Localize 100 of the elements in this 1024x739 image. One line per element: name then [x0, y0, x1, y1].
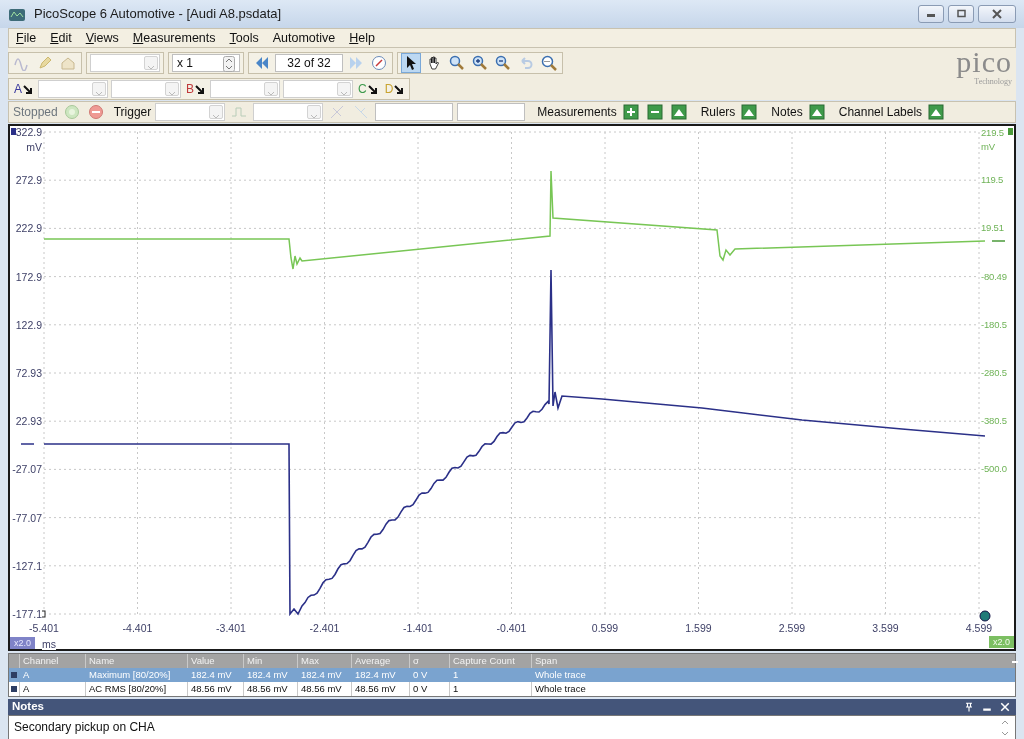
window-title: PicoScope 6 Automotive - [Audi A8.psdata]	[34, 5, 282, 24]
menu-item[interactable]: Views	[78, 27, 126, 49]
axis-label: 22.93	[15, 415, 42, 428]
axis-label: 272.9	[15, 174, 42, 187]
caret-icon	[92, 82, 106, 96]
input-button[interactable]: B	[184, 80, 208, 98]
show-icon[interactable]	[668, 102, 689, 122]
axis-label: -280.5	[981, 367, 1007, 379]
table-cell: 0 V	[409, 682, 449, 696]
axis-label: -3.401	[216, 622, 246, 634]
compass-icon[interactable]	[369, 53, 389, 73]
axis-label: 72.93	[15, 367, 42, 379]
table-cell-text: A	[22, 668, 31, 682]
caret-icon	[165, 82, 179, 96]
axis-label: 4.599	[965, 622, 993, 634]
show-icon[interactable]	[926, 102, 947, 122]
input-field[interactable]	[457, 103, 526, 121]
panel-label: Channel Labels	[838, 104, 923, 121]
close-button[interactable]	[978, 5, 1016, 23]
axis-label: -27.07	[12, 463, 42, 476]
axis-label: 219.5	[981, 127, 1004, 139]
unit-label: mV	[26, 141, 42, 153]
channel-marker	[1008, 128, 1013, 135]
table-cell: 48.56 mV	[187, 682, 243, 696]
axis-label: 2.599	[778, 622, 806, 634]
menu-item[interactable]: Edit	[43, 27, 79, 49]
panel-label: Rulers	[700, 104, 736, 121]
scrollbar[interactable]	[1000, 718, 1010, 738]
maximize-icon	[955, 9, 967, 19]
panel-label: Measurements	[537, 104, 617, 121]
table-cell-text: Maximum [80/20%]	[88, 668, 172, 682]
axis-label: 1.599	[685, 622, 712, 634]
logo-tagline: Technology	[974, 77, 1012, 88]
axis-label: -2.401	[309, 622, 340, 634]
menu-item[interactable]: Automotive	[265, 27, 343, 49]
close-icon[interactable]	[998, 700, 1012, 714]
input-field[interactable]	[375, 103, 454, 121]
table-cell-text: 182.4 mV	[300, 668, 343, 682]
spin-arrows-icon	[223, 54, 235, 72]
buffer-field[interactable]: 32 of 32	[275, 54, 343, 72]
zoom-value: x 1	[177, 55, 193, 72]
status-label: Stopped	[13, 104, 58, 121]
axis-label: 0.599	[591, 622, 619, 634]
axis-label: 122.9	[15, 318, 42, 331]
show-icon[interactable]	[739, 102, 760, 122]
add-icon[interactable]	[620, 102, 641, 122]
menu-item[interactable]: Measurements	[125, 27, 223, 49]
panel-title: Notes	[12, 699, 44, 715]
caret-icon	[144, 56, 158, 70]
caret-icon	[307, 105, 322, 119]
ruler-handle[interactable]	[979, 610, 991, 622]
axis-label: -5.401	[29, 622, 59, 634]
table-cell: 48.56 mV	[243, 682, 297, 696]
axis-label: -4.401	[122, 622, 153, 634]
caret-icon	[264, 82, 279, 96]
table-cell-text: 0 V	[412, 668, 429, 682]
zoom-fit-icon[interactable]	[539, 53, 559, 73]
zoom-spinner[interactable]: x 1	[172, 54, 240, 72]
table-cell-text: 182.4 mV	[354, 668, 397, 682]
caret-icon	[209, 105, 224, 119]
menu-item[interactable]: Tools	[222, 27, 266, 49]
table-cell: AC RMS [80/20%]	[85, 682, 187, 696]
menu-item[interactable]: File	[9, 27, 44, 49]
channel-marker	[11, 128, 17, 135]
table-cell: 48.56 mV	[297, 682, 351, 696]
axis-label: 172.9	[15, 270, 42, 283]
table-cell: Whole trace	[531, 682, 1011, 696]
axis-label: 3.599	[872, 622, 899, 634]
logo-wordmark: pico	[956, 48, 1012, 76]
zoom-badge: x2.0	[989, 636, 1014, 648]
axis-label: -77.07	[12, 511, 42, 524]
axis-label: -127.1	[12, 559, 42, 572]
axis-label: 222.9	[15, 222, 42, 235]
offset-marker	[20, 443, 35, 445]
remove-icon[interactable]	[644, 102, 665, 122]
table-cell-text: Whole trace	[534, 668, 587, 682]
input-button[interactable]: A	[12, 80, 35, 98]
offset-marker	[991, 240, 1006, 242]
table-cell-text: 182.4 mV	[246, 668, 289, 682]
axis-label: -177.1	[12, 608, 42, 620]
table-cell: 48.56 mV	[351, 682, 409, 696]
notes-text: Secondary pickup on CHA	[14, 719, 155, 736]
close-icon	[991, 9, 1003, 19]
table-cell-text: 1	[452, 668, 460, 682]
show-icon[interactable]	[806, 102, 827, 122]
row-marker-icon	[9, 686, 19, 692]
pointer-icon[interactable]	[401, 53, 421, 73]
measurement-row[interactable]: A Maximum [80/20%] 182.4 mV 182.4 mV 182.4 mV 182.4 mV 0 V 1 Whole trace	[9, 668, 1015, 682]
table-cell: A	[19, 682, 85, 696]
zoom-badge: x2.0	[10, 637, 35, 649]
panel-label: Notes	[771, 104, 803, 121]
unit-label: mV	[981, 141, 995, 153]
input-button[interactable]: C	[356, 80, 380, 98]
menu-item[interactable]: Help	[342, 27, 382, 49]
measurement-row[interactable]: A AC RMS [80/20%] 48.56 mV 48.56 mV 48.56 mV 48.56 mV 0 V 1 Whole trace	[9, 682, 1015, 696]
table-cell: 1	[449, 682, 531, 696]
axis-label: 322.9	[15, 126, 42, 138]
minimize-button[interactable]	[918, 5, 944, 23]
maximize-button[interactable]	[948, 5, 974, 23]
axis-label: -1.401	[403, 622, 433, 634]
